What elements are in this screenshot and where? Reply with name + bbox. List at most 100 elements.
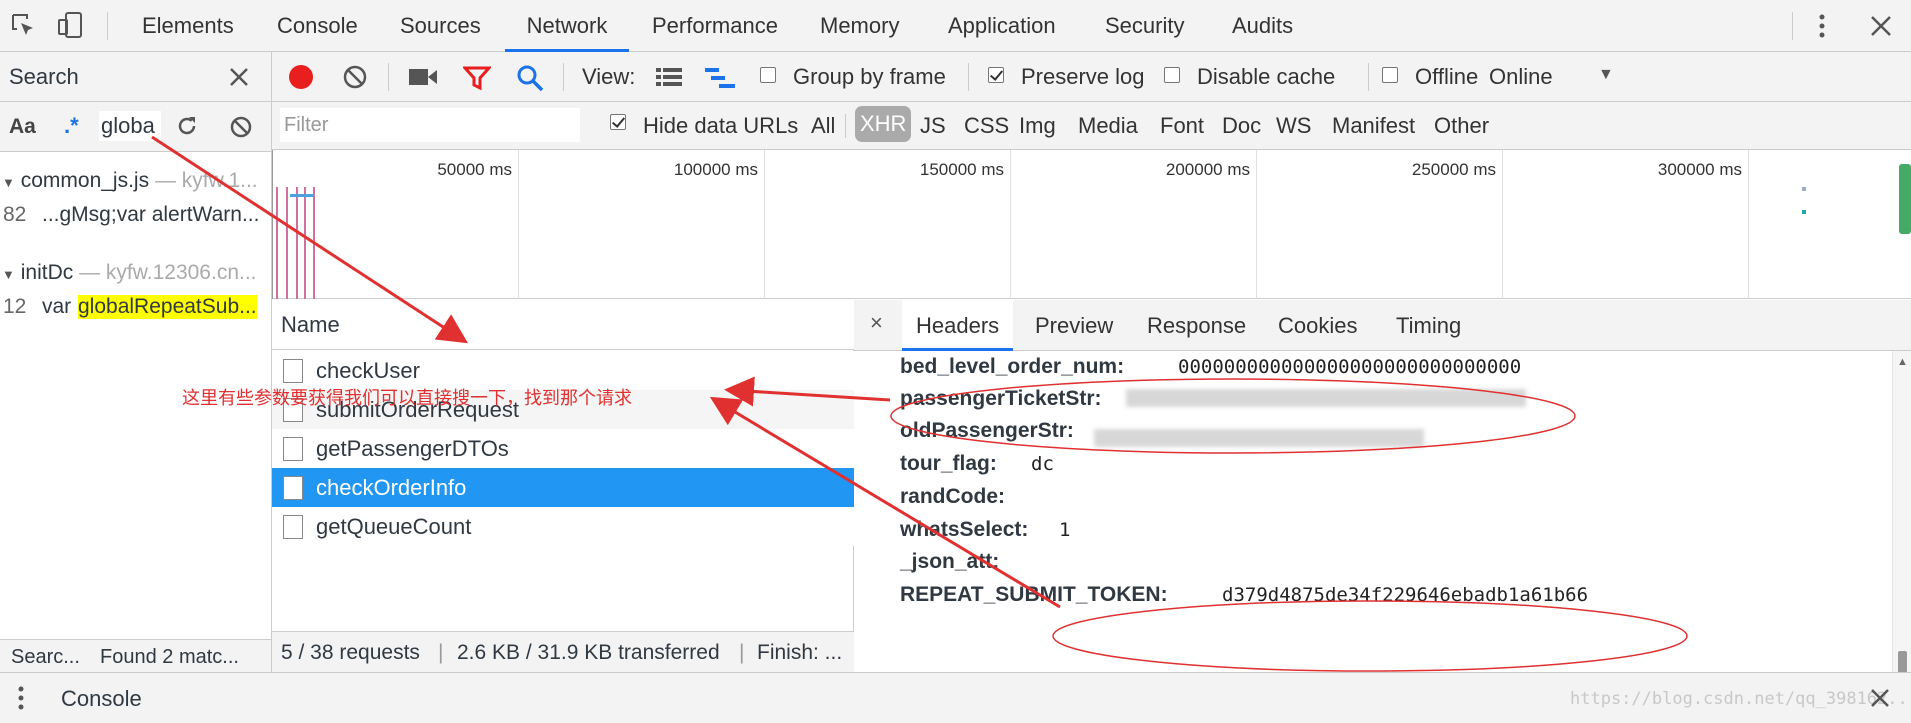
toolbar-divider xyxy=(563,63,564,91)
tab-console[interactable]: Console xyxy=(277,0,358,52)
type-filter-font[interactable]: Font xyxy=(1160,113,1204,139)
detail-tab-preview[interactable]: Preview xyxy=(1021,300,1127,351)
tab-elements[interactable]: Elements xyxy=(142,0,234,52)
network-toolbar: View: Group by frame Preserve log Disabl… xyxy=(272,52,1911,102)
request-row[interactable]: checkUser xyxy=(272,351,854,390)
devtools-tab-bar: Elements Console Sources Network Performance… xyxy=(0,0,1911,52)
search-input[interactable]: globa xyxy=(99,111,161,141)
preserve-log-checkbox[interactable] xyxy=(988,67,1004,83)
result-host: — kyfw.12306.cn... xyxy=(79,261,257,284)
header-param-value: d379d4875de34f229646ebadb1a61b66 xyxy=(1222,584,1589,606)
overview-tick-label: 200000 ms xyxy=(1165,160,1250,179)
search-result-file[interactable]: ▼ common_js.js — kyfw.1... xyxy=(0,169,271,199)
type-filter-doc[interactable]: Doc xyxy=(1222,113,1261,139)
match-case-toggle[interactable]: Aa xyxy=(9,115,36,139)
request-dot xyxy=(1802,187,1806,191)
document-icon xyxy=(283,476,303,500)
filter-icon[interactable] xyxy=(463,65,491,91)
result-text-highlight: globalRepeatSub... xyxy=(78,295,257,319)
header-param-key: tour_flag: xyxy=(900,452,997,475)
clear-icon[interactable] xyxy=(229,115,253,139)
document-icon xyxy=(283,437,303,461)
detail-tab-cookies[interactable]: Cookies xyxy=(1264,300,1371,351)
request-row[interactable]: getQueueCount xyxy=(272,507,854,546)
detail-tab-bar: × Headers Preview Response Cookies Timing xyxy=(854,300,1911,351)
name-column-header[interactable]: Name xyxy=(272,300,854,350)
network-status-bar: 5 / 38 requests | 2.6 KB / 31.9 KB trans… xyxy=(272,631,854,672)
detail-scrollbar[interactable]: ▲ xyxy=(1892,351,1911,697)
type-filter-xhr[interactable]: XHR xyxy=(855,106,912,142)
request-row[interactable]: checkOrderInfo xyxy=(272,468,854,507)
record-button[interactable] xyxy=(289,65,313,89)
toolbar-divider xyxy=(1792,12,1793,40)
hide-data-urls-label: Hide data URLs xyxy=(643,113,799,138)
detail-tab-headers[interactable]: Headers xyxy=(902,300,1014,351)
disable-cache-checkbox[interactable] xyxy=(1164,67,1180,83)
close-devtools-icon[interactable] xyxy=(1870,15,1892,37)
type-filter-css[interactable]: CSS xyxy=(964,113,1009,139)
scroll-up-icon[interactable]: ▲ xyxy=(1897,356,1908,368)
type-filter-all[interactable]: All xyxy=(811,113,835,139)
search-result-line[interactable]: 12 var globalRepeatSub... xyxy=(0,295,271,325)
close-icon[interactable]: × xyxy=(870,310,883,336)
request-bar xyxy=(296,187,298,299)
detail-tab-response[interactable]: Response xyxy=(1133,300,1260,351)
type-filter-img[interactable]: Img xyxy=(1019,113,1056,139)
tab-performance[interactable]: Performance xyxy=(652,0,778,52)
overview-scroll-handle[interactable] xyxy=(1899,164,1911,234)
tab-application[interactable]: Application xyxy=(948,0,1056,52)
refresh-icon[interactable] xyxy=(175,114,199,138)
search-icon[interactable] xyxy=(516,64,544,92)
document-icon xyxy=(283,398,303,422)
header-param-key: whatsSelect: xyxy=(900,518,1029,541)
hide-data-urls-checkbox[interactable] xyxy=(610,114,626,130)
tab-sources[interactable]: Sources xyxy=(400,0,481,52)
close-drawer-icon[interactable] xyxy=(1870,688,1890,708)
detail-tab-timing[interactable]: Timing xyxy=(1382,300,1475,351)
view-label: View: xyxy=(582,64,636,89)
request-row[interactable]: submitOrderRequest xyxy=(272,390,854,429)
large-rows-icon[interactable] xyxy=(656,67,682,87)
drawer-console-tab[interactable]: Console xyxy=(61,686,142,712)
tab-network[interactable]: Network xyxy=(505,0,629,52)
filter-bar: Filter Hide data URLs All XHR JS CSS Img Medi… xyxy=(272,102,1911,150)
request-detail-pane: × Headers Preview Response Cookies Timing be… xyxy=(854,300,1911,697)
inspect-element-icon[interactable] xyxy=(10,12,38,40)
watermark: https://blog.csdn.net/qq_398162... xyxy=(1570,689,1911,709)
regex-toggle[interactable]: .* xyxy=(64,113,79,139)
search-result-file[interactable]: ▼ initDc — kyfw.12306.cn... xyxy=(0,261,271,291)
close-icon[interactable] xyxy=(229,67,249,87)
tab-security[interactable]: Security xyxy=(1105,0,1184,52)
timeline-overview[interactable]: 50000 ms 100000 ms 150000 ms 200000 ms 25000… xyxy=(272,150,1911,299)
type-filter-ws[interactable]: WS xyxy=(1276,113,1311,139)
search-result-line[interactable]: 82 ...gMsg;var alertWarn... xyxy=(0,203,271,233)
header-param-value: 000000000000000000000000000000 xyxy=(1178,356,1522,378)
filter-input[interactable]: Filter xyxy=(280,108,580,142)
type-filter-media[interactable]: Media xyxy=(1078,113,1138,139)
toolbar-divider xyxy=(107,12,108,40)
preserve-log-label: Preserve log xyxy=(1021,64,1145,89)
triangle-down-icon[interactable]: ▼ xyxy=(1598,66,1614,84)
overview-tick-label: 100000 ms xyxy=(673,160,758,179)
result-file-name: common_js.js xyxy=(20,169,150,192)
type-filter-js[interactable]: JS xyxy=(920,113,946,139)
screenshot-camera-icon[interactable] xyxy=(409,67,437,87)
offline-checkbox[interactable] xyxy=(1382,67,1398,83)
more-options-icon[interactable] xyxy=(18,686,24,710)
header-param-value: dc xyxy=(1031,453,1054,475)
request-name: checkOrderInfo xyxy=(316,475,467,500)
type-filter-other[interactable]: Other xyxy=(1434,113,1489,139)
tab-audits[interactable]: Audits xyxy=(1232,0,1293,52)
type-filter-manifest[interactable]: Manifest xyxy=(1332,113,1415,139)
header-param-key: oldPassengerStr: xyxy=(900,419,1074,442)
throttle-select[interactable]: Online xyxy=(1489,64,1553,90)
search-status-left: Searc... xyxy=(11,646,80,668)
more-options-icon[interactable] xyxy=(1818,14,1826,38)
clear-log-icon[interactable] xyxy=(342,64,368,90)
request-row[interactable]: getPassengerDTOs xyxy=(272,429,854,468)
tab-memory[interactable]: Memory xyxy=(820,0,899,52)
group-by-frame-checkbox[interactable] xyxy=(760,67,776,83)
overview-tick-label: 300000 ms xyxy=(1657,160,1742,179)
waterfall-overview-icon[interactable] xyxy=(705,67,735,89)
device-toolbar-icon[interactable] xyxy=(56,10,86,40)
